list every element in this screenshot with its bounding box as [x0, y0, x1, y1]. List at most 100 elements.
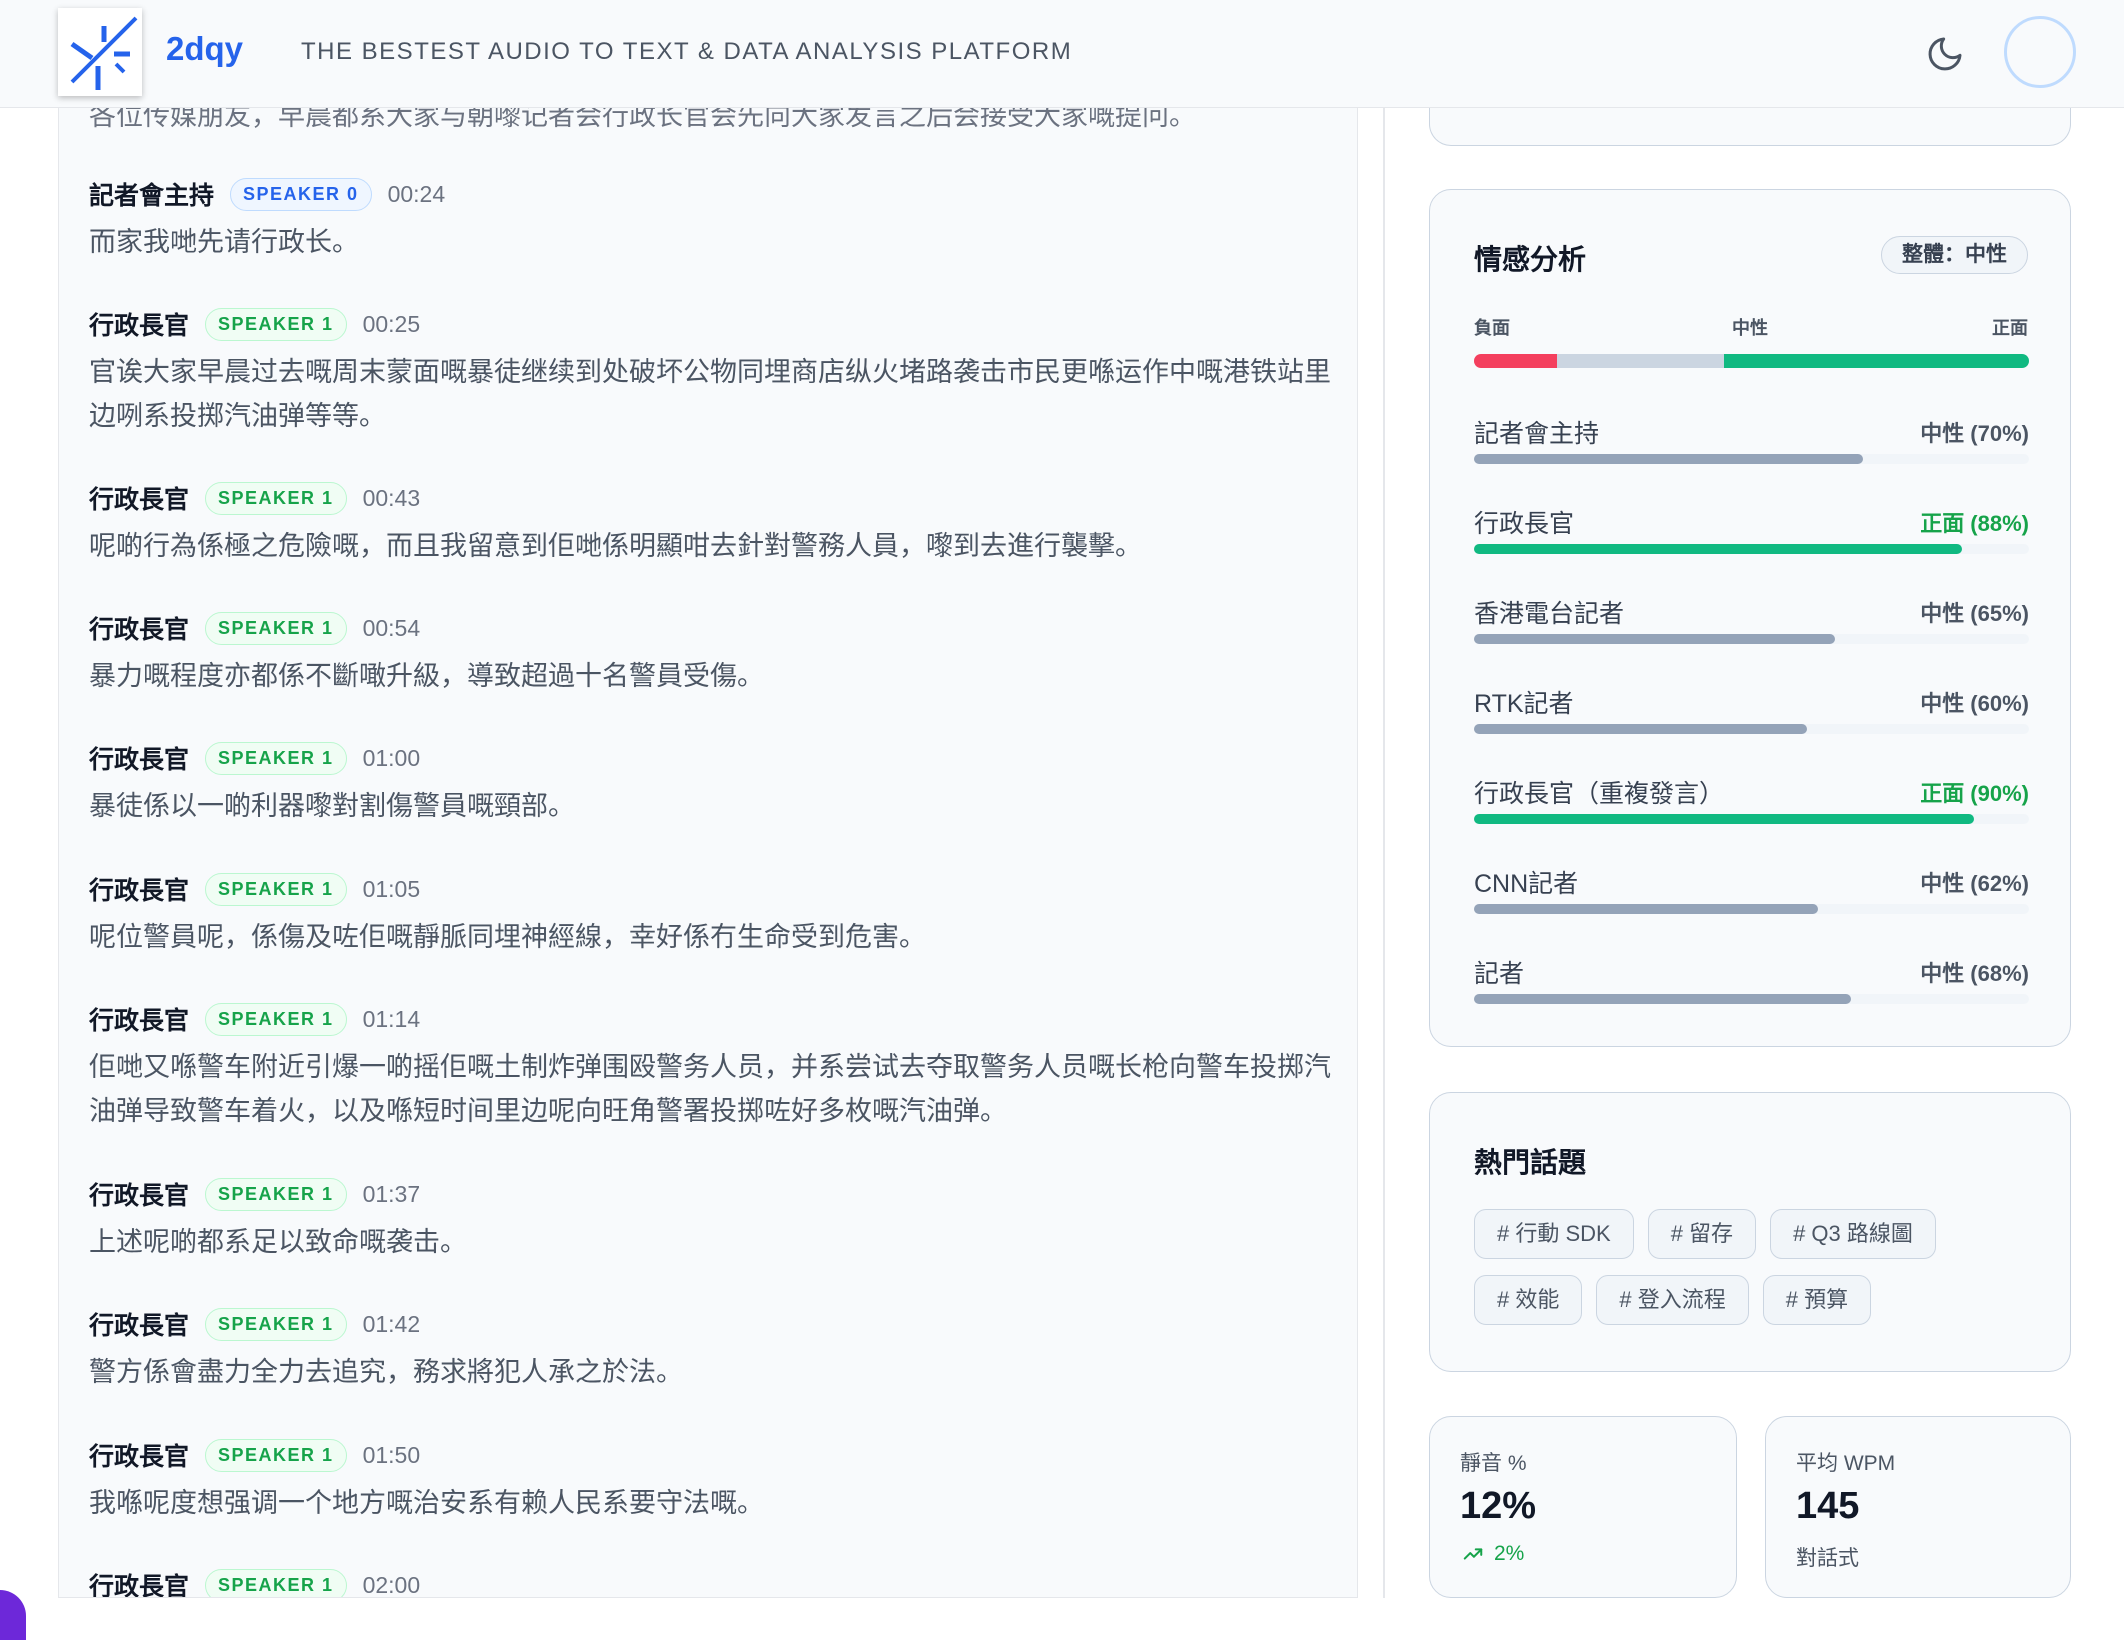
timestamp-link[interactable]: 01:42 [363, 1311, 421, 1338]
speaker-badge: SPEAKER 1 [205, 741, 347, 775]
speaker-sentiment-fill [1474, 904, 1819, 914]
speaker-sentiment-row: 記者 中性 (68%) [1474, 954, 2029, 1014]
timestamp-link[interactable]: 01:05 [363, 876, 421, 903]
speaker-sentiment-fill [1474, 994, 1852, 1004]
timestamp-link[interactable]: 00:25 [363, 311, 421, 338]
speaker-badge: SPEAKER 1 [205, 1307, 347, 1341]
speaker-sentiment-fill [1474, 814, 1974, 824]
distribution-negative-segment [1474, 354, 1558, 368]
speaker-sentiment-value: 正面 (88%) [1920, 511, 2029, 536]
entry-text: 暴徒係以一啲利器嚟對割傷警員嘅頸部。 [89, 791, 575, 821]
trend-up-icon [1463, 1548, 1483, 1560]
metric-caption: 對話式 [1796, 1547, 1859, 1570]
topic-tag[interactable]: # 效能 [1474, 1275, 1583, 1325]
transcript-panel[interactable]: 各位传媒朋友，早晨都系大家与朝嚟记者会行政长官会先向大家发言之后会接受大家嘅提问… [58, 80, 1358, 1598]
speaker-sentiment-name: RTK記者 [1474, 690, 1574, 718]
speaker-badge: SPEAKER 1 [205, 1177, 347, 1211]
speaker-sentiment-name: CNN記者 [1474, 870, 1579, 898]
speaker-sentiment-fill [1474, 634, 1835, 644]
metric-value: 12% [1460, 1485, 1537, 1527]
speaker-badge: SPEAKER 0 [230, 177, 372, 211]
timestamp-link[interactable]: 01:14 [363, 1006, 421, 1033]
app-root: 2dqy THE BESTEST AUDIO TO TEXT & DATA AN… [0, 0, 2124, 1640]
speaker-sentiment-name: 行政長官（重複發言） [1474, 780, 1725, 808]
speaker-badge: SPEAKER 1 [205, 481, 347, 515]
speaker-sentiment-track [1474, 544, 2029, 554]
theme-toggle-button[interactable] [1925, 34, 1965, 74]
transcript-entry: 行政長官 SPEAKER 1 00:25 官诶大家早晨过去嘅周末蒙面嘅暴徒继续到… [89, 304, 1339, 478]
speaker-badge: SPEAKER 1 [205, 1568, 347, 1597]
entry-text: 佢哋又喺警车附近引爆一啲摇佢嘅土制炸弹围殴警务人员，并系尝试去夺取警务人员嘅长枪… [89, 1052, 1331, 1126]
speaker-name: 行政長官 [89, 1182, 190, 1210]
moon-icon [1928, 37, 1962, 71]
timestamp-link[interactable]: 01:00 [363, 745, 421, 772]
transcript-entry: 行政長官 SPEAKER 1 01:05 呢位警員呢，係傷及咗佢嘅靜脈同埋神經線… [89, 869, 1339, 999]
speaker-sentiment-value: 中性 (65%) [1920, 601, 2029, 626]
topic-tag[interactable]: # 登入流程 [1596, 1275, 1749, 1325]
entry-text: 上述呢啲都系足以致命嘅袭击。 [89, 1227, 467, 1257]
silence-metric-card: 靜音 % 12% 2% [1429, 1416, 1737, 1598]
top-header: 2dqy THE BESTEST AUDIO TO TEXT & DATA AN… [0, 0, 2124, 108]
timestamp-link[interactable]: 01:37 [363, 1181, 421, 1208]
topic-tag[interactable]: # 行動 SDK [1474, 1209, 1634, 1259]
timestamp-link[interactable]: 01:50 [363, 1442, 421, 1469]
speaker-badge: SPEAKER 1 [205, 1002, 347, 1036]
transcript-entry: 行政長官 SPEAKER 1 01:42 警方係會盡力全力去追究，務求將犯人承之… [89, 1304, 1339, 1435]
transcript-entries: 記者會主持 SPEAKER 0 00:24 而家我哋先请行政长。 行政長官 SP… [89, 174, 1339, 1598]
entry-text: 警方係會盡力全力去追究，務求將犯人承之於法。 [89, 1357, 683, 1387]
timestamp-link[interactable]: 02:00 [363, 1572, 421, 1598]
transcript-entry: 行政長官 SPEAKER 1 02:00 [89, 1565, 1339, 1598]
timestamp-link[interactable]: 00:54 [363, 615, 421, 642]
speaker-sentiment-value: 中性 (70%) [1920, 421, 2029, 446]
speaker-sentiment-fill [1474, 724, 1807, 734]
transcript-entry: 行政長官 SPEAKER 1 00:54 暴力嘅程度亦都係不斷噉升級，導致超過十… [89, 608, 1339, 738]
speaker-sentiment-value: 中性 (60%) [1920, 691, 2029, 716]
scale-negative-label: 負面 [1474, 318, 1510, 338]
speaker-sentiment-value: 正面 (90%) [1920, 781, 2029, 806]
wpm-metric-card: 平均 WPM 145 對話式 [1765, 1416, 2071, 1598]
brand-tagline: THE BESTEST AUDIO TO TEXT & DATA ANALYSI… [301, 38, 1073, 65]
user-avatar[interactable] [2004, 16, 2076, 88]
overall-sentiment-badge: 整體：中性 [1881, 236, 2028, 274]
metric-label: 靜音 % [1460, 1452, 1527, 1475]
speaker-name: 記者會主持 [89, 182, 215, 210]
speaker-sentiment-row: 香港電台記者 中性 (65%) [1474, 594, 2029, 654]
topic-tag[interactable]: # 預算 [1762, 1275, 1872, 1325]
scale-positive-label: 正面 [1992, 318, 2028, 338]
speaker-name: 行政長官 [89, 616, 190, 644]
speaker-badge: SPEAKER 1 [205, 611, 347, 645]
hot-topics-title: 熱門話題 [1474, 1147, 1587, 1178]
speaker-sentiment-row: 記者會主持 中性 (70%) [1474, 414, 2029, 474]
brand-name[interactable]: 2dqy [166, 30, 243, 68]
speaker-sentiment-value: 中性 (68%) [1920, 961, 2029, 986]
scale-neutral-label: 中性 [1732, 318, 1768, 338]
speaker-name: 行政長官 [89, 1007, 190, 1035]
speaker-sentiment-name: 記者 [1474, 960, 1525, 988]
speaker-sentiment-track [1474, 724, 2029, 734]
logo[interactable] [58, 8, 142, 96]
speaker-name: 行政長官 [89, 746, 190, 774]
speaker-name: 行政長官 [89, 1573, 190, 1598]
transcript-scrollbar[interactable] [1383, 108, 1385, 1598]
topic-tag[interactable]: # 留存 [1647, 1209, 1757, 1259]
speaker-sentiment-row: 行政長官（重複發言） 正面 (90%) [1474, 774, 2029, 834]
transcript-entry: 行政長官 SPEAKER 1 01:50 我喺呢度想强调一个地方嘅治安系有赖人民… [89, 1435, 1339, 1565]
entry-text: 我喺呢度想强调一个地方嘅治安系有赖人民系要守法嘅。 [89, 1488, 764, 1518]
timestamp-link[interactable]: 00:24 [388, 181, 446, 208]
speaker-badge: SPEAKER 1 [205, 1438, 347, 1472]
distribution-positive-segment [1723, 354, 2029, 368]
speaker-sentiment-row: CNN記者 中性 (62%) [1474, 864, 2029, 924]
speaker-sentiment-row: RTK記者 中性 (60%) [1474, 684, 2029, 744]
hot-topics-card: 熱門話題 # 行動 SDK # 留存 # Q3 路線圖 # 效能 # 登入流程 … [1429, 1092, 2071, 1372]
speaker-sentiment-track [1474, 904, 2029, 914]
entry-text: 呢位警員呢，係傷及咗佢嘅靜脈同埋神經線，幸好係冇生命受到危害。 [89, 922, 926, 952]
topic-tag[interactable]: # Q3 路線圖 [1770, 1209, 1936, 1259]
speaker-sentiment-track [1474, 814, 2029, 824]
speaker-name: 行政長官 [89, 1443, 190, 1471]
timestamp-link[interactable]: 00:43 [363, 485, 421, 512]
sentiment-card: 情感分析 整體：中性 負面 中性 正面 記者會主持 中性 (70%) 行政長官 … [1429, 189, 2071, 1047]
transcript-entry: 行政長官 SPEAKER 1 01:14 佢哋又喺警车附近引爆一啲摇佢嘅土制炸弹… [89, 999, 1339, 1174]
transcript-entry: 記者會主持 SPEAKER 0 00:24 而家我哋先请行政长。 [89, 174, 1339, 304]
entry-text: 官诶大家早晨过去嘅周末蒙面嘅暴徒继续到处破坏公物同埋商店纵火堵路袭击市民更喺运作… [89, 357, 1331, 431]
transcript-entry: 行政長官 SPEAKER 1 01:00 暴徒係以一啲利器嚟對割傷警員嘅頸部。 [89, 738, 1339, 869]
